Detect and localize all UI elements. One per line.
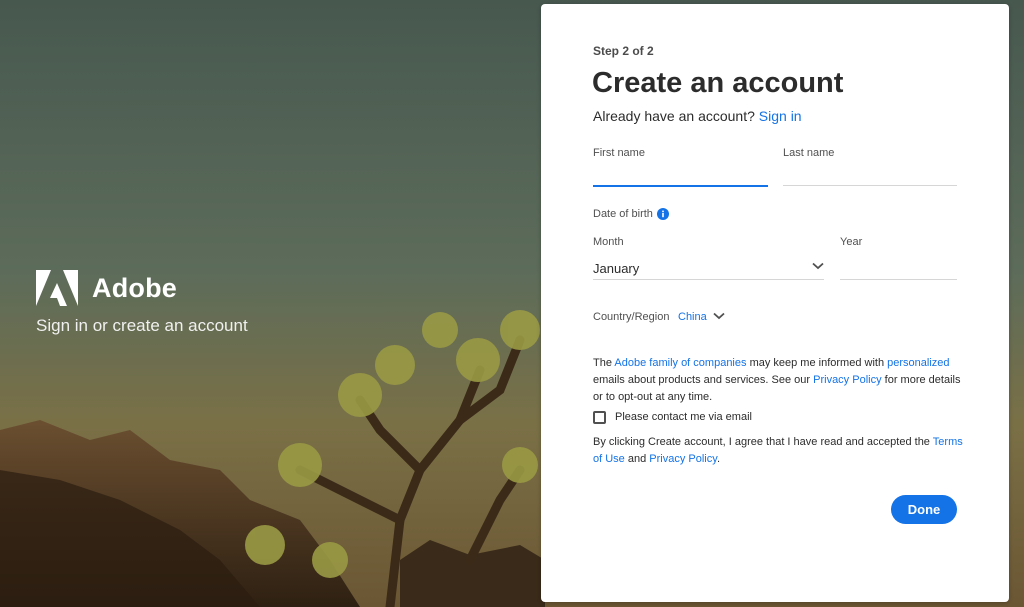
terms-text-part2: and xyxy=(627,453,647,465)
country-label: Country/Region xyxy=(593,311,670,323)
done-button[interactable]: Done xyxy=(891,495,957,524)
month-underline xyxy=(593,279,824,280)
personalized-link[interactable]: personalized xyxy=(887,357,949,369)
month-select-value[interactable]: January xyxy=(593,261,639,276)
have-account-text: Already have an account? Sign in xyxy=(593,108,802,124)
brand-row: Adobe xyxy=(36,270,248,306)
page-title: Create an account xyxy=(592,67,844,99)
sign-in-link[interactable]: Sign in xyxy=(759,108,802,124)
consent-text-part2: may keep me informed with xyxy=(749,357,885,369)
brand-panel: Adobe Sign in or create an account xyxy=(36,270,248,336)
dob-label: Date of birth xyxy=(593,208,653,220)
adobe-logo-icon xyxy=(36,270,78,306)
first-name-input[interactable] xyxy=(593,166,767,186)
chevron-down-icon[interactable] xyxy=(812,262,824,270)
privacy-policy-link[interactable]: Privacy Policy xyxy=(813,374,881,386)
adobe-family-link[interactable]: Adobe family of companies xyxy=(614,357,746,369)
last-name-underline xyxy=(783,185,957,186)
terms-privacy-policy-link[interactable]: Privacy Policy xyxy=(649,453,717,465)
have-account-label: Already have an account? xyxy=(593,108,755,124)
contact-email-label[interactable]: Please contact me via email xyxy=(615,411,752,423)
contact-email-checkbox[interactable] xyxy=(593,411,606,424)
country-chevron-down-icon[interactable] xyxy=(713,312,725,320)
terms-text-part1: By clicking Create account, I agree that… xyxy=(593,436,930,448)
country-select-value[interactable]: China xyxy=(678,311,707,323)
year-underline xyxy=(840,279,957,280)
brand-name: Adobe xyxy=(92,272,177,303)
consent-text-part1: The xyxy=(593,357,612,369)
terms-text: By clicking Create account, I agree that… xyxy=(593,434,968,468)
first-name-label: First name xyxy=(593,147,645,159)
create-account-card: Step 2 of 2 Create an account Already ha… xyxy=(541,4,1009,602)
info-icon[interactable] xyxy=(657,208,669,220)
step-indicator: Step 2 of 2 xyxy=(593,44,654,58)
consent-text: The Adobe family of companies may keep m… xyxy=(593,355,963,406)
last-name-input[interactable] xyxy=(783,166,957,186)
last-name-label: Last name xyxy=(783,147,835,159)
month-label: Month xyxy=(593,236,624,248)
first-name-underline xyxy=(593,185,768,187)
year-input[interactable] xyxy=(840,260,957,280)
year-label: Year xyxy=(840,236,863,248)
terms-text-part3: . xyxy=(716,453,720,465)
consent-text-part3: emails about products and services. See … xyxy=(593,374,811,386)
brand-tagline: Sign in or create an account xyxy=(36,316,248,335)
